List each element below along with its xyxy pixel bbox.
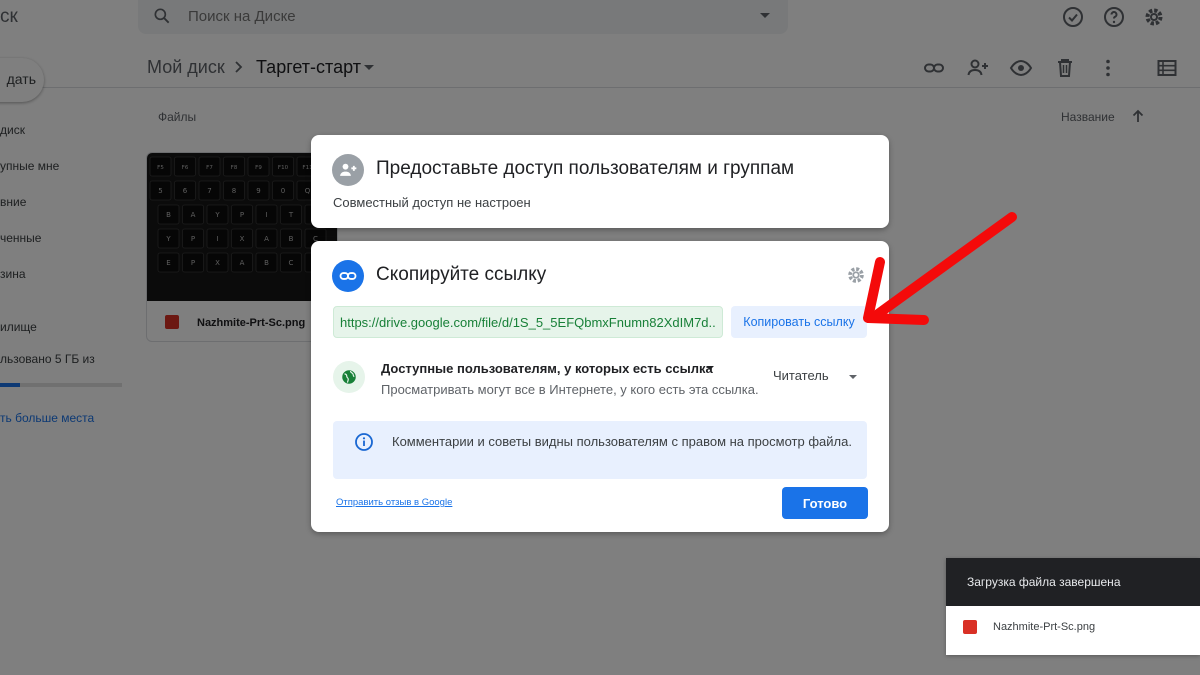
share-url-field[interactable] bbox=[333, 306, 723, 338]
image-icon bbox=[963, 620, 977, 634]
done-button[interactable]: Готово bbox=[782, 487, 868, 519]
sharing-settings-gear-icon[interactable] bbox=[845, 264, 867, 286]
add-person-icon bbox=[332, 154, 364, 186]
send-feedback-link[interactable]: Отправить отзыв в Google bbox=[336, 497, 452, 508]
info-icon bbox=[355, 433, 373, 451]
link-access-level[interactable]: Доступные пользователям, у которых есть … bbox=[381, 361, 713, 376]
get-link-card[interactable]: Скопируйте ссылку Копировать ссылку Дост… bbox=[311, 241, 889, 532]
info-banner-text: Комментарии и советы видны пользователям… bbox=[392, 434, 852, 449]
toast-file-name[interactable]: Nazhmite-Prt-Sc.png bbox=[993, 621, 1095, 633]
globe-icon bbox=[333, 361, 365, 393]
toast-header: Загрузка файла завершена bbox=[946, 558, 1200, 606]
toast-title: Загрузка файла завершена bbox=[967, 575, 1121, 589]
access-dropdown-caret-icon[interactable] bbox=[706, 366, 714, 370]
role-select-value: Читатель bbox=[773, 368, 829, 383]
copy-link-button[interactable]: Копировать ссылку bbox=[731, 306, 867, 338]
share-card-title: Предоставьте доступ пользователям и груп… bbox=[376, 158, 795, 179]
role-dropdown-caret-icon[interactable] bbox=[849, 375, 857, 379]
link-access-description: Просматривать могут все в Интернете, у к… bbox=[381, 382, 759, 397]
info-banner: Комментарии и советы видны пользователям… bbox=[333, 421, 867, 479]
link-card-title: Скопируйте ссылку bbox=[376, 264, 547, 285]
share-card-subtitle: Совместный доступ не настроен bbox=[333, 195, 531, 210]
upload-complete-toast: Загрузка файла завершена Nazhmite-Prt-Sc… bbox=[946, 558, 1200, 655]
link-icon bbox=[332, 260, 364, 292]
share-people-card[interactable]: Предоставьте доступ пользователям и груп… bbox=[311, 135, 889, 228]
